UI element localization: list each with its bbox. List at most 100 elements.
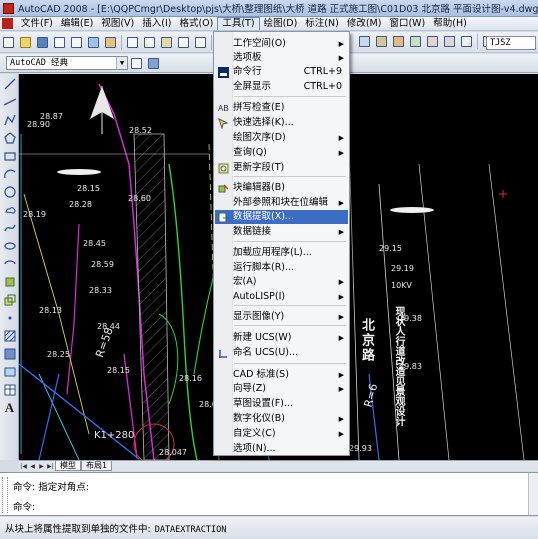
print-preview-icon[interactable]: [69, 35, 84, 50]
workspace-save-icon[interactable]: [146, 56, 161, 71]
tools-menu-item[interactable]: 绘图次序(D) ▶: [215, 131, 348, 145]
menu-dimension[interactable]: 标注(N): [301, 17, 343, 30]
tools-menu-item[interactable]: 草图设置(F)...: [215, 397, 348, 411]
revision-cloud-icon[interactable]: [1, 202, 18, 218]
tool-palettes-icon[interactable]: [391, 34, 406, 49]
menu-tools[interactable]: 工具(T): [217, 17, 260, 30]
point-icon[interactable]: [1, 310, 18, 326]
tools-menu-item[interactable]: 选项板 ▶: [215, 51, 348, 65]
tools-menu-item[interactable]: ABC 拼写检查(E): [215, 101, 348, 115]
multiline-text-icon[interactable]: A: [1, 400, 18, 416]
menu-format[interactable]: 格式(O): [175, 17, 217, 30]
tools-menu-item[interactable]: 加载应用程序(L)...: [215, 246, 348, 260]
arc-icon[interactable]: [1, 166, 18, 182]
3d-publish-icon[interactable]: [103, 35, 118, 50]
tools-menu-item[interactable]: 显示图像(Y) ▶: [215, 310, 348, 324]
elevation-label: 29.93: [349, 444, 372, 453]
sheet-set-icon[interactable]: [408, 34, 423, 49]
tools-menu-item[interactable]: 全屏显示 CTRL+0: [215, 80, 348, 94]
menu-edit[interactable]: 编辑(E): [57, 17, 97, 30]
tools-menu-item[interactable]: 向导(Z) ▶: [215, 382, 348, 396]
tools-menu-item[interactable]: 数据提取(X)...: [215, 210, 348, 224]
tools-menu-item[interactable]: 外部参照和块在位编辑 ▶: [215, 196, 348, 210]
design-center-icon[interactable]: [374, 34, 389, 49]
document-icon[interactable]: [2, 18, 13, 29]
tools-menu-item[interactable]: 运行脚本(R)...: [215, 261, 348, 275]
command-line-scrollbar[interactable]: [528, 473, 538, 515]
autocad-app-icon[interactable]: [3, 2, 14, 14]
prev-tab-icon[interactable]: ◀: [28, 462, 37, 471]
construction-line-icon[interactable]: [1, 94, 18, 110]
command-line-window[interactable]: 命令: 指定对角点: 命令:: [0, 472, 538, 516]
open-folder-icon[interactable]: [18, 35, 33, 50]
tab-model[interactable]: 模型: [55, 461, 81, 471]
insert-block-icon[interactable]: [1, 274, 18, 290]
tools-menu-item[interactable]: 工作空间(O) ▶: [215, 37, 348, 51]
menu-file[interactable]: 文件(F): [17, 17, 57, 30]
tools-menu-item[interactable]: AutoLISP(I) ▶: [215, 290, 348, 304]
polyline-icon[interactable]: [1, 112, 18, 128]
publish-icon[interactable]: [86, 35, 101, 50]
print-icon[interactable]: [52, 35, 67, 50]
tools-menu-item[interactable]: 命名 UCS(U)...: [215, 346, 348, 360]
cut-icon[interactable]: [125, 35, 140, 50]
paste-icon[interactable]: [159, 35, 174, 50]
properties-icon[interactable]: [357, 34, 372, 49]
tools-menu-item[interactable]: 块编辑器(B): [215, 181, 348, 195]
tools-menu-item[interactable]: 新建 UCS(W) ▶: [215, 331, 348, 345]
copy-icon[interactable]: [142, 35, 157, 50]
menu-insert[interactable]: 插入(I): [138, 17, 175, 30]
last-tab-icon[interactable]: ▶|: [46, 462, 55, 471]
rectangle-icon[interactable]: [1, 148, 18, 164]
save-icon[interactable]: [35, 35, 50, 50]
tools-menu-item[interactable]: 更新字段(T): [215, 161, 348, 175]
region-icon[interactable]: [1, 364, 18, 380]
match-properties-icon[interactable]: [176, 35, 191, 50]
chevron-down-icon[interactable]: ▼: [116, 57, 127, 69]
tab-layout1[interactable]: 布局1: [81, 461, 113, 471]
update-field-icon: [217, 162, 229, 174]
text-style-combo[interactable]: TJSZ: [486, 36, 536, 50]
spline-icon[interactable]: [1, 220, 18, 236]
command-prompt[interactable]: 命令:: [13, 502, 35, 514]
elevation-label: 10KV: [391, 281, 412, 290]
menu-window[interactable]: 窗口(W): [385, 17, 429, 30]
status-command: DATAEXTRACTION: [154, 525, 227, 535]
markup-icon[interactable]: [425, 34, 440, 49]
menu-draw[interactable]: 绘图(D): [260, 17, 302, 30]
table-icon[interactable]: [1, 382, 18, 398]
gradient-icon[interactable]: [1, 346, 18, 362]
tools-menu-item[interactable]: 选项(N)...: [215, 442, 348, 456]
command-line-grip[interactable]: [2, 477, 8, 513]
tools-menu-item[interactable]: 数字化仪(B) ▶: [215, 412, 348, 426]
ellipse-arc-icon[interactable]: [1, 256, 18, 272]
menu-view[interactable]: 视图(V): [97, 17, 138, 30]
circle-icon[interactable]: [1, 184, 18, 200]
workspace-combo[interactable]: AutoCAD 经典 ▼: [6, 56, 128, 70]
elevation-label: 29.15: [379, 244, 402, 253]
tools-menu-item[interactable]: 快速选择(K)...: [215, 116, 348, 130]
workspace-settings-icon[interactable]: [129, 56, 144, 71]
tools-menu-item[interactable]: 宏(A) ▶: [215, 275, 348, 289]
submenu-arrow-icon: ▶: [338, 134, 344, 142]
next-tab-icon[interactable]: ▶: [37, 462, 46, 471]
tools-menu-item[interactable]: 自定义(C) ▶: [215, 427, 348, 441]
tools-menu-item[interactable]: 数据链接 ▶: [215, 225, 348, 239]
block-editor-tb-icon[interactable]: [193, 35, 208, 50]
menu-help[interactable]: 帮助(H): [429, 17, 471, 30]
calculator-icon[interactable]: [442, 34, 457, 49]
make-block-icon[interactable]: [1, 292, 18, 308]
tools-menu-item[interactable]: 查询(Q) ▶: [215, 146, 348, 160]
line-icon[interactable]: [1, 76, 18, 92]
layout-tab-bar: |◀ ◀ ▶ ▶| 模型 布局1: [19, 460, 538, 471]
data-extraction-icon: [217, 211, 229, 223]
help-icon[interactable]: [459, 34, 474, 49]
menu-modify[interactable]: 修改(M): [343, 17, 386, 30]
new-file-icon[interactable]: [1, 35, 16, 50]
first-tab-icon[interactable]: |◀: [19, 462, 28, 471]
tools-menu-item[interactable]: 命令行 CTRL+9: [215, 65, 348, 79]
polygon-icon[interactable]: [1, 130, 18, 146]
tools-menu-item[interactable]: CAD 标准(S) ▶: [215, 368, 348, 382]
hatch-icon[interactable]: [1, 328, 18, 344]
ellipse-icon[interactable]: [1, 238, 18, 254]
